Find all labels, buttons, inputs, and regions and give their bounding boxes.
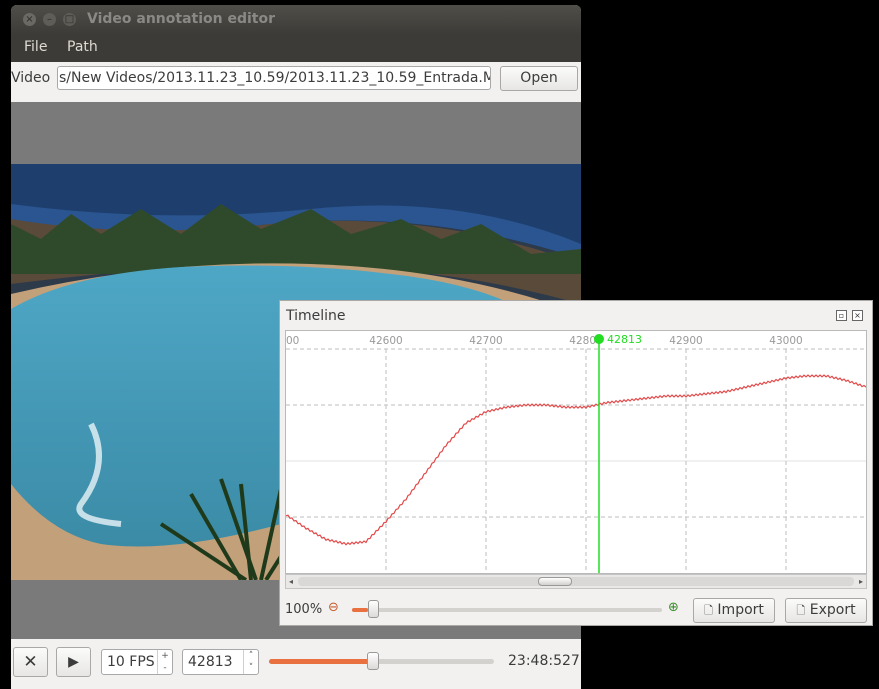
play-button[interactable]: ▶ xyxy=(56,647,91,677)
playback-bar: ✕ ▶ 10 FPS + - 42813 ˄ ˅ 23:48:527 xyxy=(11,639,581,689)
close-window-icon[interactable]: × xyxy=(23,13,36,26)
import-label: Import xyxy=(717,602,764,618)
zoom-out-icon[interactable]: ⊖ xyxy=(328,600,339,615)
scroll-track xyxy=(298,577,854,586)
playback-slider[interactable] xyxy=(269,652,494,670)
import-file-icon: 🗋 xyxy=(704,604,713,617)
scroll-left-icon[interactable]: ◂ xyxy=(289,575,293,588)
zoom-slider[interactable] xyxy=(352,600,662,618)
timeline-scrollbar[interactable]: ◂ ▸ xyxy=(285,574,867,589)
export-file-icon: 🗋 xyxy=(796,604,806,617)
x-tick-label: 42900 xyxy=(669,335,702,347)
timeline-plot[interactable]: 00 42600 42700 42800 42900 43000 42813 xyxy=(285,330,867,574)
timeline-dock: Timeline ▫ × 00 42600 42700 42800 42900 43000… xyxy=(279,300,873,626)
timeline-chart: 00 42600 42700 42800 42900 4300042813 xyxy=(285,333,867,573)
cursor-label: 42813 xyxy=(607,333,642,346)
video-path-field[interactable]: s/New Videos/2013.11.23_10.59/2013.11.23… xyxy=(57,66,491,90)
x-tick-label: 42700 xyxy=(469,335,502,347)
zoom-readout: 100% xyxy=(285,602,323,617)
x-tick-label: 43000 xyxy=(769,335,802,347)
export-label: Export xyxy=(809,602,856,618)
cursor-handle xyxy=(594,334,604,344)
window-title: Video annotation editor xyxy=(87,11,276,27)
play-triangle-icon: ▶ xyxy=(68,654,79,670)
minimize-window-icon[interactable]: – xyxy=(43,13,56,26)
float-icon[interactable]: ▫ xyxy=(836,310,847,321)
fps-spin-buttons[interactable]: + - xyxy=(157,650,172,674)
frame-value: 42813 xyxy=(188,654,233,670)
scroll-right-icon[interactable]: ▸ xyxy=(859,575,863,588)
menu-bar: File Path xyxy=(11,35,581,62)
video-toolbar: Video s/New Videos/2013.11.23_10.59/2013… xyxy=(11,62,581,102)
fps-spinbox[interactable]: 10 FPS + - xyxy=(101,649,173,675)
title-bar: × – □ Video annotation editor xyxy=(11,5,581,35)
export-button[interactable]: 🗋 Export xyxy=(785,598,867,623)
playback-slider-handle[interactable] xyxy=(366,652,379,670)
zoom-slider-fill xyxy=(352,608,368,612)
video-label: Video xyxy=(11,70,51,86)
close-x-icon: ✕ xyxy=(23,652,38,672)
menu-path[interactable]: Path xyxy=(67,39,98,55)
timeline-title: Timeline xyxy=(286,308,346,324)
x-tick-label: 00 xyxy=(286,335,299,347)
time-readout: 23:48:527 xyxy=(508,653,580,669)
frame-spinbox[interactable]: 42813 ˄ ˅ xyxy=(182,649,259,675)
stop-button[interactable]: ✕ xyxy=(13,647,48,677)
close-icon[interactable]: × xyxy=(852,310,863,321)
import-button[interactable]: 🗋 Import xyxy=(693,598,775,623)
scroll-thumb[interactable] xyxy=(538,577,572,586)
zoom-in-icon[interactable]: ⊕ xyxy=(668,600,679,615)
frame-spin-buttons[interactable]: ˄ ˅ xyxy=(243,650,258,674)
fps-value: 10 FPS xyxy=(107,654,155,670)
menu-file[interactable]: File xyxy=(24,39,47,55)
x-tick-label: 42600 xyxy=(369,335,402,347)
maximize-window-icon[interactable]: □ xyxy=(63,13,76,26)
zoom-slider-handle[interactable] xyxy=(367,600,379,618)
timeline-controls: 100% ⊖ ⊕ 🗋 Import 🗋 Export xyxy=(280,595,872,625)
open-button[interactable]: Open xyxy=(500,66,578,91)
playback-slider-fill xyxy=(269,659,373,664)
signal-series-line xyxy=(285,374,867,546)
